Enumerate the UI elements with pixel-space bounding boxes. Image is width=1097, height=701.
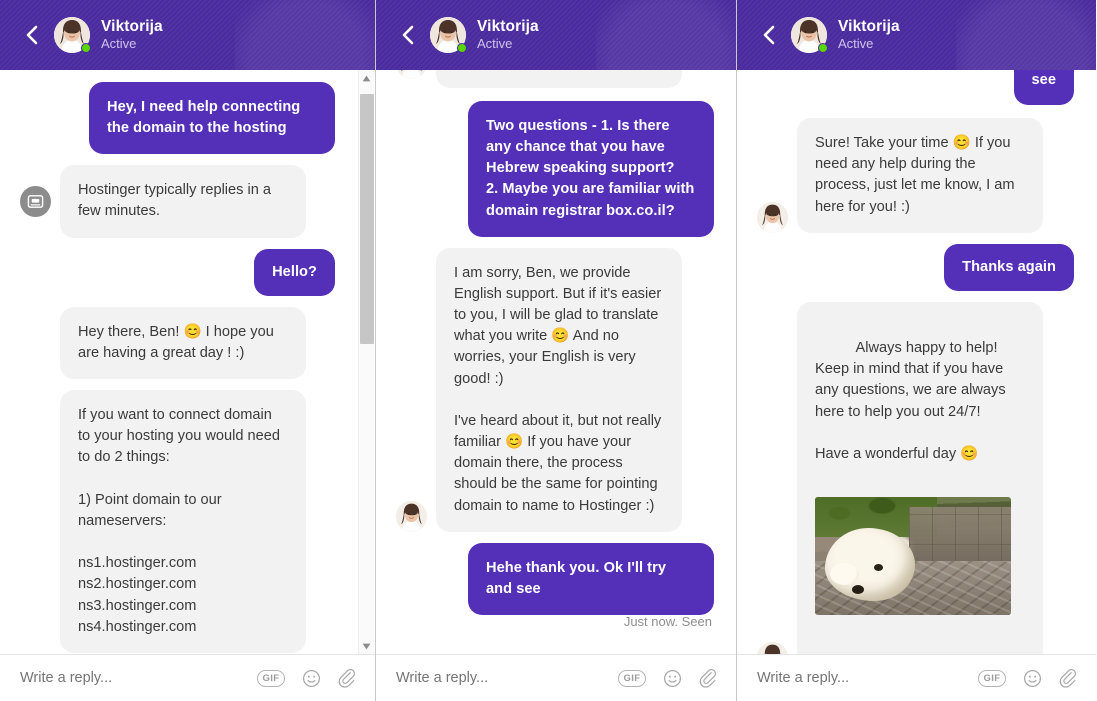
chat-header: Viktorija Active <box>0 0 375 70</box>
avatar <box>54 17 91 53</box>
scrollbar-track[interactable] <box>360 86 374 638</box>
message-bubble-incoming-clipped <box>436 70 682 88</box>
smiley-icon[interactable] <box>1023 669 1042 688</box>
back-button[interactable] <box>14 18 48 52</box>
paperclip-icon[interactable] <box>699 668 718 689</box>
composer-tools: GIF <box>978 668 1078 689</box>
sleeping-puppy-photo[interactable] <box>815 497 1011 616</box>
smiley-icon[interactable] <box>302 669 321 688</box>
message-row: Hehe thank you. Ok I'll try and see <box>396 542 714 615</box>
message-bubble-incoming: Hey there, Ben! 😊 I hope you are having … <box>60 306 306 380</box>
header-text: Viktorija Active <box>101 18 163 52</box>
message-bubble-incoming: I am sorry, Ben, we provide English supp… <box>436 247 682 532</box>
message-status: Just now. Seen <box>623 613 712 629</box>
chat-panel-2: Viktorija Active Two questions - 1. Is t… <box>375 0 736 701</box>
message-row: Hey there, Ben! 😊 I hope you are having … <box>20 306 335 380</box>
bot-icon <box>20 185 51 217</box>
contact-status: Active <box>477 35 513 51</box>
message-thread[interactable]: Two questions - 1. Is there any chance t… <box>376 70 736 654</box>
agent-avatar <box>757 201 788 233</box>
contact-name: Viktorija <box>477 18 539 36</box>
thread-scrollbar[interactable] <box>358 70 374 654</box>
message-thread[interactable]: see Sure! Take your time 😊 If you need a… <box>737 70 1096 654</box>
chat-panel-3: Viktorija Active see Sure! Take your tim… <box>736 0 1096 701</box>
chevron-left-icon <box>25 25 38 45</box>
message-text: Always happy to help! Keep in mind that … <box>815 340 1006 462</box>
message-composer: GIF <box>737 654 1096 701</box>
avatar <box>791 17 828 53</box>
chevron-left-icon <box>401 25 414 45</box>
message-bubble-outgoing: Hey, I need help connecting the domain t… <box>89 82 335 155</box>
message-bubble-incoming: Sure! Take your time 😊 If you need any h… <box>797 118 1043 233</box>
chat-panel-1: Viktorija Active Hey, I need help connec… <box>0 0 375 701</box>
back-button[interactable] <box>751 18 785 52</box>
chat-screenshot: Viktorija Active Hey, I need help connec… <box>0 0 1097 701</box>
contact-name: Viktorija <box>101 18 163 36</box>
reply-input[interactable] <box>396 670 618 686</box>
message-row: Hostinger typically replies in a few min… <box>20 165 335 238</box>
message-row: Hello? <box>20 248 335 296</box>
agent-avatar <box>757 641 788 654</box>
message-row: Thanks again <box>757 243 1074 291</box>
message-bubble-incoming: If you want to connect domain to your ho… <box>60 390 306 653</box>
scrollbar-thumb[interactable] <box>360 94 374 344</box>
contact-name: Viktorija <box>838 18 900 36</box>
header-text: Viktorija Active <box>838 18 900 52</box>
paperclip-icon[interactable] <box>1059 668 1078 689</box>
message-bubble-outgoing: Thanks again <box>944 243 1074 291</box>
agent-avatar <box>396 500 427 532</box>
message-row: Always happy to help! Keep in mind that … <box>757 301 1074 654</box>
back-button[interactable] <box>390 18 424 52</box>
puppy-shape <box>824 527 915 602</box>
message-row: I am sorry, Ben, we provide English supp… <box>396 247 714 532</box>
online-status-dot <box>81 43 91 53</box>
message-bubble-incoming-with-image: Always happy to help! Keep in mind that … <box>797 301 1043 654</box>
contact-status: Active <box>838 35 874 51</box>
message-row-partial <box>396 70 714 88</box>
smiley-icon[interactable] <box>663 669 682 688</box>
avatar <box>430 17 467 53</box>
gif-button[interactable]: GIF <box>618 669 646 687</box>
message-bubble-outgoing-clipped: see <box>1013 70 1074 106</box>
chevron-left-icon <box>762 25 775 45</box>
scroll-down-arrow[interactable] <box>359 638 375 654</box>
message-bubble-outgoing: Hello? <box>254 248 335 296</box>
message-row: Hey, I need help connecting the domain t… <box>20 82 335 155</box>
message-thread[interactable]: Hey, I need help connecting the domain t… <box>0 70 375 654</box>
chat-header: Viktorija Active <box>737 0 1096 70</box>
header-text: Viktorija Active <box>477 18 539 52</box>
paperclip-icon[interactable] <box>338 668 357 689</box>
agent-avatar <box>396 70 427 79</box>
message-composer: GIF <box>376 654 736 701</box>
reply-input[interactable] <box>757 670 978 686</box>
gif-button[interactable]: GIF <box>257 669 285 687</box>
puppy-nose <box>852 584 865 594</box>
composer-tools: GIF <box>618 668 718 689</box>
message-row: Sure! Take your time 😊 If you need any h… <box>757 118 1074 233</box>
message-row: If you want to connect domain to your ho… <box>20 390 335 653</box>
gif-button[interactable]: GIF <box>978 669 1006 687</box>
contact-status: Active <box>101 35 137 51</box>
scroll-up-arrow[interactable] <box>359 70 375 86</box>
chat-header: Viktorija Active <box>376 0 736 70</box>
message-bubble-outgoing: Hehe thank you. Ok I'll try and see <box>468 542 714 615</box>
online-status-dot <box>818 43 828 53</box>
message-bubble-outgoing: Two questions - 1. Is there any chance t… <box>468 101 714 237</box>
online-status-dot <box>457 43 467 53</box>
message-composer: GIF <box>0 654 375 701</box>
composer-tools: GIF <box>257 668 357 689</box>
message-bubble-incoming: Hostinger typically replies in a few min… <box>60 165 306 238</box>
reply-input[interactable] <box>20 670 257 686</box>
message-row-partial: see <box>757 70 1074 106</box>
message-row: Two questions - 1. Is there any chance t… <box>396 101 714 237</box>
